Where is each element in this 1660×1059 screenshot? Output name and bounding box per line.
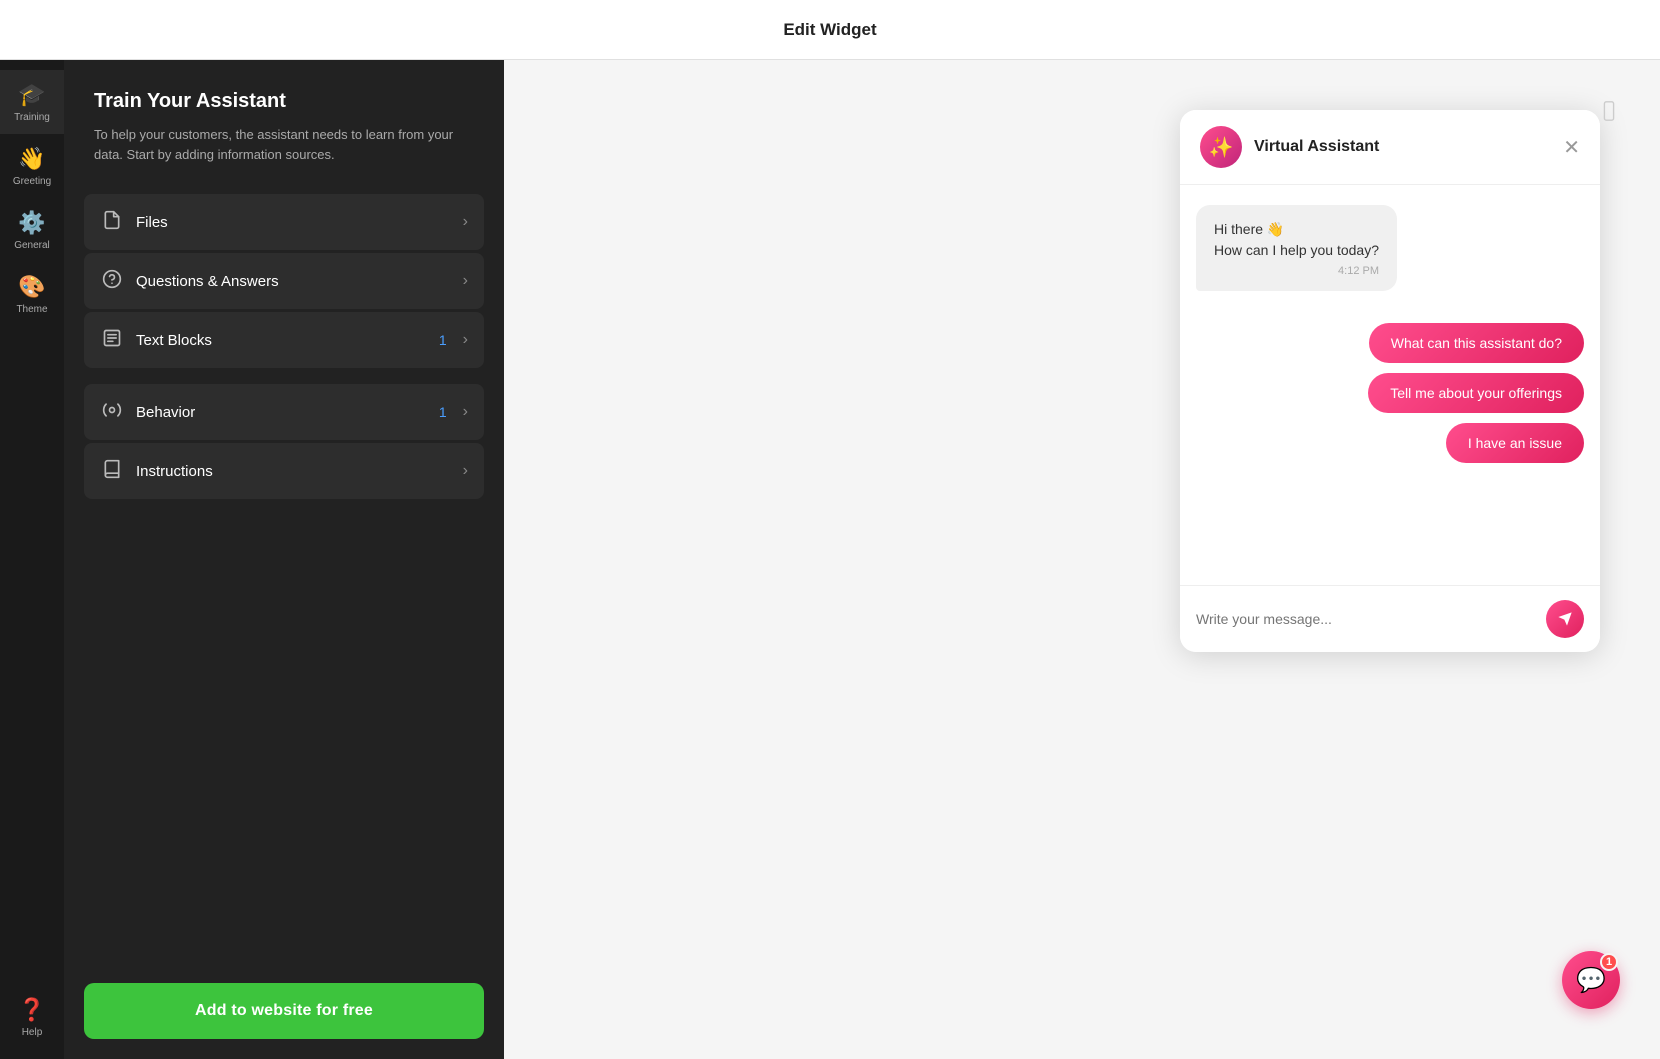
sidebar-item-greeting[interactable]: 👋 Greeting [0, 134, 64, 198]
instructions-icon [100, 459, 124, 484]
suggestion-buttons: What can this assistant do? Tell me abou… [1196, 323, 1584, 463]
add-website-button[interactable]: Add to website for free [84, 983, 484, 1039]
textblocks-badge: 1 [439, 332, 447, 348]
qa-icon [100, 269, 124, 294]
chat-avatar: ✨ [1200, 126, 1242, 168]
training-subtitle: To help your customers, the assistant ne… [94, 125, 474, 164]
floating-chat-button[interactable]: 💬 1 [1562, 951, 1620, 1009]
bot-message-1: Hi there 👋How can I help you today? 4:12… [1196, 205, 1584, 291]
training-panel: Train Your Assistant To help your custom… [64, 60, 504, 1059]
icon-sidebar: 🎓 Training 👋 Greeting ⚙️ General 🎨 Theme… [0, 60, 64, 1059]
chat-header-name: Virtual Assistant [1254, 138, 1551, 156]
training-footer: Add to website for free [64, 963, 504, 1059]
textblocks-chevron: › [463, 331, 468, 349]
chat-messages: Hi there 👋How can I help you today? 4:12… [1180, 185, 1600, 585]
center-area: ✨ Virtual Assistant ✕ Hi there 👋How can … [504, 60, 1660, 1059]
floating-badge: 1 [1600, 953, 1618, 971]
files-icon [100, 210, 124, 235]
chat-widget: ✨ Virtual Assistant ✕ Hi there 👋How can … [1180, 110, 1600, 652]
sidebar-item-training[interactable]: 🎓 Training [0, 70, 64, 134]
training-item-files[interactable]: Files › [84, 194, 484, 250]
training-item-behavior[interactable]: Behavior 1 › [84, 384, 484, 440]
files-label: Files [136, 214, 451, 231]
training-group-2: Behavior 1 › Instructions › [84, 384, 484, 499]
training-item-instructions[interactable]: Instructions › [84, 443, 484, 499]
textblocks-label: Text Blocks [136, 332, 427, 349]
floating-chat-icon: 💬 [1576, 966, 1606, 995]
sidebar-label-greeting: Greeting [13, 176, 51, 187]
behavior-label: Behavior [136, 404, 427, 421]
behavior-icon [100, 400, 124, 425]
general-icon: ⚙️ [18, 210, 45, 236]
top-bar: Edit Widget [0, 0, 1660, 60]
sidebar-label-general: General [14, 240, 50, 251]
suggestion-btn-1[interactable]: What can this assistant do? [1369, 323, 1584, 363]
suggestion-btn-2[interactable]: Tell me about your offerings [1368, 373, 1584, 413]
sidebar-label-training: Training [14, 112, 50, 123]
training-title: Train Your Assistant [94, 90, 474, 113]
chat-close-button[interactable]: ✕ [1563, 135, 1580, 160]
sidebar-label-help: Help [22, 1027, 43, 1038]
suggestion-btn-3[interactable]: I have an issue [1446, 423, 1584, 463]
device-icon [1598, 100, 1620, 128]
training-group-1: Files › Questions & Answers › [84, 194, 484, 368]
textblocks-icon [100, 328, 124, 353]
msg-time-1: 4:12 PM [1214, 265, 1379, 277]
chat-send-button[interactable] [1546, 600, 1584, 638]
qa-label: Questions & Answers [136, 273, 451, 290]
chat-input[interactable] [1196, 611, 1536, 627]
training-item-textblocks[interactable]: Text Blocks 1 › [84, 312, 484, 368]
instructions-label: Instructions [136, 463, 451, 480]
training-item-qa[interactable]: Questions & Answers › [84, 253, 484, 309]
training-sections: Files › Questions & Answers › [64, 174, 504, 963]
training-icon: 🎓 [18, 82, 45, 108]
sidebar-label-theme: Theme [16, 304, 47, 315]
sidebar-item-theme[interactable]: 🎨 Theme [0, 262, 64, 326]
chat-header: ✨ Virtual Assistant ✕ [1180, 110, 1600, 185]
instructions-chevron: › [463, 462, 468, 480]
sidebar-item-general[interactable]: ⚙️ General [0, 198, 64, 262]
sidebar-item-help[interactable]: ❓ Help [0, 985, 64, 1049]
main-layout: 🎓 Training 👋 Greeting ⚙️ General 🎨 Theme… [0, 60, 1660, 1059]
greeting-icon: 👋 [18, 146, 45, 172]
chat-avatar-icon: ✨ [1209, 135, 1234, 160]
bot-bubble-1: Hi there 👋How can I help you today? 4:12… [1196, 205, 1397, 291]
theme-icon: 🎨 [18, 274, 45, 300]
behavior-badge: 1 [439, 404, 447, 420]
chat-input-area [1180, 585, 1600, 652]
help-icon: ❓ [18, 997, 45, 1023]
training-header: Train Your Assistant To help your custom… [64, 60, 504, 174]
files-chevron: › [463, 213, 468, 231]
bot-text-1: Hi there 👋How can I help you today? [1214, 219, 1379, 261]
page-title: Edit Widget [783, 20, 876, 40]
qa-chevron: › [463, 272, 468, 290]
behavior-chevron: › [463, 403, 468, 421]
